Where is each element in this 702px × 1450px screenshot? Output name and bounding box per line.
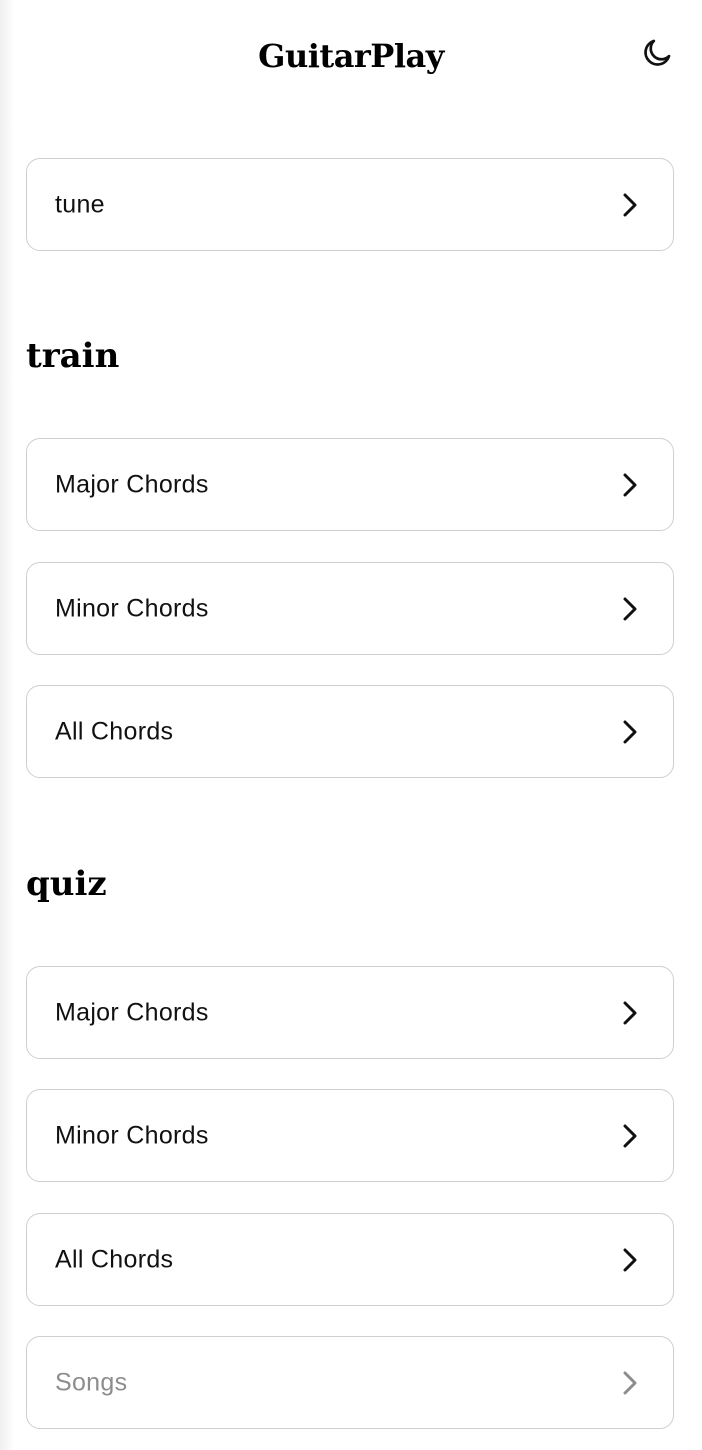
quiz-heading: quiz — [26, 864, 107, 904]
quiz-minor-chords-row[interactable]: Minor Chords — [26, 1089, 674, 1182]
chevron-right-icon — [621, 718, 639, 746]
chevron-right-icon — [621, 1246, 639, 1274]
quiz-songs-row: Songs — [26, 1336, 674, 1429]
train-major-chords-row[interactable]: Major Chords — [26, 438, 674, 531]
row-label: All Chords — [55, 1245, 174, 1273]
chevron-right-icon — [621, 1369, 639, 1397]
chevron-right-icon — [621, 595, 639, 623]
tune-row[interactable]: tune — [26, 158, 674, 251]
train-minor-chords-row[interactable]: Minor Chords — [26, 562, 674, 655]
chevron-right-icon — [621, 999, 639, 1027]
chevron-right-icon — [621, 1122, 639, 1150]
row-label: Major Chords — [55, 470, 209, 498]
quiz-major-chords-row[interactable]: Major Chords — [26, 966, 674, 1059]
theme-toggle-button[interactable] — [638, 36, 676, 74]
train-heading: train — [26, 336, 120, 376]
train-all-chords-row[interactable]: All Chords — [26, 685, 674, 778]
moon-icon — [640, 36, 674, 75]
row-label: Songs — [55, 1368, 128, 1396]
row-label: All Chords — [55, 717, 174, 745]
quiz-all-chords-row[interactable]: All Chords — [26, 1213, 674, 1306]
row-label: Minor Chords — [55, 1121, 209, 1149]
chevron-right-icon — [621, 191, 639, 219]
chevron-right-icon — [621, 471, 639, 499]
row-label: tune — [55, 190, 105, 218]
row-label: Major Chords — [55, 998, 209, 1026]
app-header: GuitarPlay — [0, 0, 702, 112]
app-title: GuitarPlay — [258, 37, 444, 75]
left-edge-shadow — [0, 0, 14, 1450]
row-label: Minor Chords — [55, 594, 209, 622]
